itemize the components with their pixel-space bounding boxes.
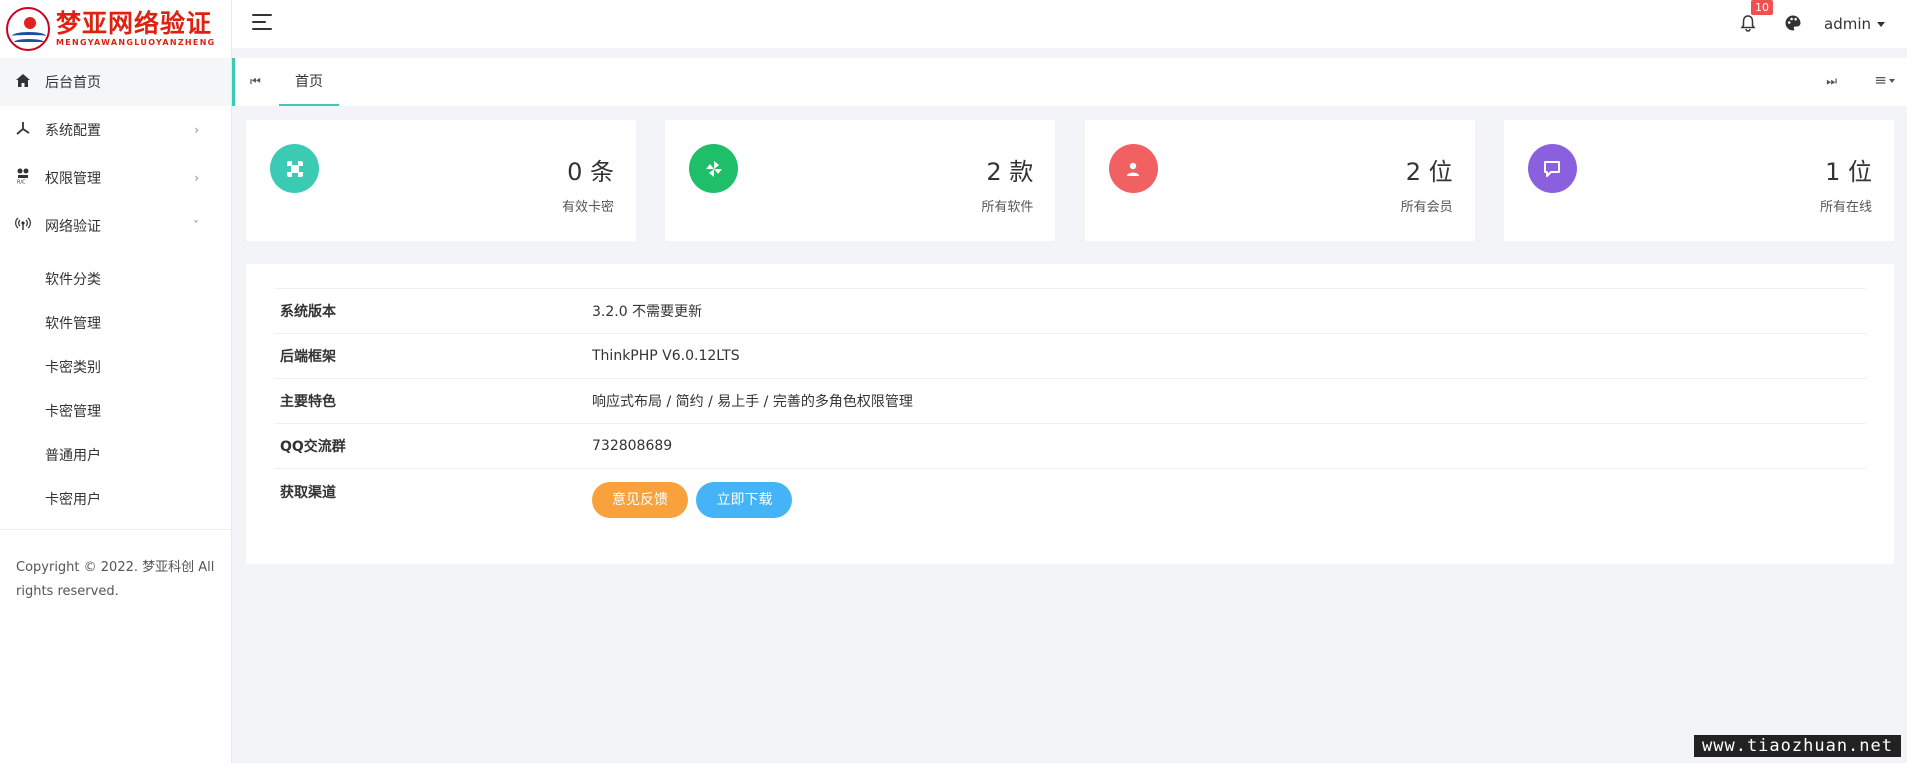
pinwheel-icon	[689, 144, 739, 193]
stat-value: 2 位	[1405, 158, 1453, 186]
user-name: admin	[1824, 15, 1871, 33]
table-row: 系统版本 3.2.0 不需要更新	[274, 289, 1866, 334]
user-icon	[1108, 144, 1158, 193]
menu-toggle-icon[interactable]	[252, 14, 272, 30]
stat-card-all-software: 2 款 所有软件	[665, 120, 1056, 241]
sidebar-item-label: 后台首页	[45, 75, 101, 91]
chevron-down-icon: ˇ	[193, 219, 199, 233]
home-icon	[14, 73, 32, 91]
stat-label: 所有在线	[1819, 200, 1872, 215]
theme-palette-icon[interactable]	[1784, 14, 1804, 34]
table-row: 主要特色 响应式布局 / 简约 / 易上手 / 完善的多角色权限管理	[274, 379, 1866, 424]
sidebar-subitem-card-users[interactable]: 卡密用户	[0, 477, 231, 521]
info-value: 3.2.0 不需要更新	[592, 304, 703, 320]
sidebar-item-dashboard[interactable]: 后台首页	[0, 58, 231, 106]
sidebar-item-permissions[interactable]: R/C 权限管理 ›	[0, 154, 231, 202]
download-button[interactable]: 立即下载	[696, 482, 793, 518]
info-key: 获取渠道	[280, 485, 336, 501]
logo-subtitle: MENGYAWANGLUOYANZHENG	[56, 38, 216, 47]
sidebar-submenu: 软件分类 软件管理 卡密类别 卡密管理 普通用户 卡密用户	[0, 250, 231, 530]
card-icon	[270, 144, 319, 193]
sidebar-item-network-auth[interactable]: 网络验证 ˇ	[0, 202, 231, 250]
sidebar: 梦亚网络验证 MENGYAWANGLUOYANZHENG 后台首页 系统配置 ›…	[0, 0, 232, 763]
stats-row: 0 条 有效卡密 2 款 所有软件 2 位 所有会员 1 位 所有在线	[246, 120, 1894, 241]
stat-card-all-online: 1 位 所有在线	[1503, 120, 1894, 241]
info-key: 系统版本	[280, 304, 336, 320]
stat-value: 1 位	[1825, 158, 1872, 186]
network-icon	[14, 217, 32, 235]
chevron-right-icon: ›	[194, 123, 199, 137]
caret-down-icon	[1877, 22, 1885, 27]
notification-badge: 10	[1751, 0, 1773, 15]
logo-emblem-icon	[6, 7, 50, 51]
sidebar-subitem-normal-users[interactable]: 普通用户	[0, 433, 231, 477]
sidebar-item-label: 权限管理	[45, 171, 101, 187]
sidebar-subitem-software-manage[interactable]: 软件管理	[0, 301, 231, 345]
logo-title: 梦亚网络验证	[56, 9, 213, 38]
stat-card-valid-cards: 0 条 有效卡密	[246, 120, 636, 241]
info-key: 后端框架	[280, 349, 336, 365]
tab-bar: ⏮ 首页 ⏭ ≡	[232, 58, 1907, 106]
chat-icon	[1527, 144, 1577, 193]
copyright-text: Copyright © 2022. 梦亚科创 All rights reserv…	[16, 560, 215, 599]
info-value: 732808689	[592, 438, 673, 454]
stat-value: 2 款	[986, 158, 1034, 186]
feedback-button[interactable]: 意见反馈	[592, 482, 688, 518]
watermark: www.tiaozhuan.net	[1694, 735, 1901, 757]
info-value: ThinkPHP V6.0.12LTS	[592, 348, 740, 364]
system-info-panel: 系统版本 3.2.0 不需要更新 后端框架 ThinkPHP V6.0.12LT…	[246, 264, 1894, 564]
table-row: 后端框架 ThinkPHP V6.0.12LTS	[274, 334, 1866, 379]
topbar: 10 admin	[232, 0, 1907, 48]
config-icon	[14, 121, 32, 139]
info-key: QQ交流群	[280, 439, 346, 455]
info-value: 响应式布局 / 简约 / 易上手 / 完善的多角色权限管理	[592, 394, 913, 410]
tab-scroll-right-icon[interactable]: ⏭	[1826, 74, 1837, 89]
stat-label: 所有软件	[981, 200, 1034, 215]
table-row: QQ交流群 732808689	[274, 424, 1866, 469]
sidebar-subitem-card-manage[interactable]: 卡密管理	[0, 389, 231, 433]
stat-value: 0 条	[567, 158, 614, 186]
sidebar-item-system-config[interactable]: 系统配置 ›	[0, 106, 231, 154]
stat-label: 所有会员	[1400, 200, 1453, 215]
stat-card-all-members: 2 位 所有会员	[1084, 120, 1475, 241]
stat-label: 有效卡密	[561, 200, 614, 215]
tab-home[interactable]: 首页	[279, 58, 339, 106]
tab-options-icon[interactable]: ≡	[1874, 71, 1895, 89]
bell-icon	[1740, 15, 1756, 32]
sidebar-item-label: 系统配置	[45, 123, 101, 139]
permission-icon: R/C	[14, 168, 32, 188]
notification-button[interactable]: 10	[1739, 0, 1773, 34]
tab-scroll-left-icon[interactable]: ⏮	[250, 74, 261, 89]
user-menu[interactable]: admin	[1824, 15, 1885, 33]
svg-text:R/C: R/C	[17, 180, 26, 185]
chevron-right-icon: ›	[194, 171, 199, 185]
info-key: 主要特色	[280, 394, 336, 410]
logo[interactable]: 梦亚网络验证 MENGYAWANGLUOYANZHENG	[0, 0, 231, 58]
sidebar-subitem-software-category[interactable]: 软件分类	[0, 257, 231, 301]
table-row: 获取渠道 意见反馈 立即下载	[274, 469, 1866, 539]
sidebar-item-label: 网络验证	[45, 219, 101, 235]
system-info-table: 系统版本 3.2.0 不需要更新 后端框架 ThinkPHP V6.0.12LT…	[274, 288, 1866, 539]
sidebar-subitem-card-type[interactable]: 卡密类别	[0, 345, 231, 389]
info-value-buttons: 意见反馈 立即下载	[592, 482, 796, 518]
